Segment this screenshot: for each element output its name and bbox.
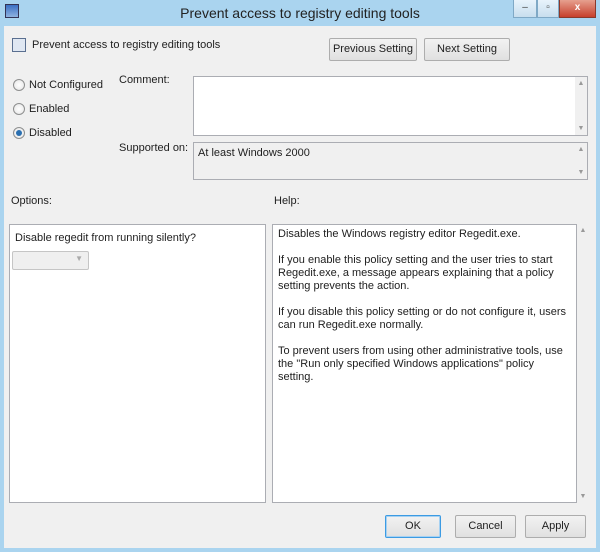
disabled-label[interactable]: Disabled — [29, 127, 72, 139]
maximize-button[interactable]: ▫ — [537, 0, 559, 18]
supported-on-value: At least Windows 2000 — [198, 147, 310, 159]
close-button[interactable]: x — [559, 0, 596, 18]
policy-icon — [12, 38, 26, 52]
window-title: Prevent access to registry editing tools — [180, 5, 420, 21]
next-setting-button[interactable]: Next Setting — [424, 38, 510, 61]
policy-name: Prevent access to registry editing tools — [32, 39, 221, 51]
not-configured-radio[interactable] — [13, 79, 25, 91]
title-bar: Prevent access to registry editing tools… — [0, 0, 600, 26]
supported-on-label: Supported on: — [119, 142, 189, 154]
help-paragraph: If you disable this policy setting or do… — [278, 306, 566, 331]
options-panel: Disable regedit from running silently? ▼ — [9, 224, 266, 503]
supported-on-field: At least Windows 2000 ▲ ▼ — [193, 142, 588, 180]
help-scrollbar[interactable]: ▲ ▼ — [577, 224, 589, 503]
comment-label: Comment: — [119, 74, 170, 86]
chevron-down-icon: ▼ — [75, 254, 83, 263]
options-label: Options: — [11, 195, 52, 207]
comment-input[interactable]: ▲ ▼ — [193, 76, 588, 136]
silent-dropdown[interactable]: ▼ — [12, 251, 89, 270]
not-configured-label[interactable]: Not Configured — [29, 79, 103, 91]
help-paragraph: To prevent users from using other admini… — [278, 345, 563, 383]
ok-button[interactable]: OK — [385, 515, 441, 538]
supported-scrollbar[interactable]: ▲ ▼ — [575, 143, 587, 179]
help-paragraph: If you enable this policy setting and th… — [278, 254, 554, 292]
enabled-label[interactable]: Enabled — [29, 103, 69, 115]
apply-button[interactable]: Apply — [525, 515, 586, 538]
help-paragraph: Disables the Windows registry editor Reg… — [278, 228, 521, 240]
disabled-radio[interactable] — [13, 127, 25, 139]
help-label: Help: — [274, 195, 300, 207]
minimize-button[interactable]: – — [513, 0, 537, 18]
comment-scrollbar[interactable]: ▲ ▼ — [575, 77, 587, 135]
previous-setting-button[interactable]: Previous Setting — [329, 38, 417, 61]
help-panel: Disables the Windows registry editor Reg… — [272, 224, 577, 503]
option-question: Disable regedit from running silently? — [15, 232, 196, 244]
cancel-button[interactable]: Cancel — [455, 515, 516, 538]
enabled-radio[interactable] — [13, 103, 25, 115]
